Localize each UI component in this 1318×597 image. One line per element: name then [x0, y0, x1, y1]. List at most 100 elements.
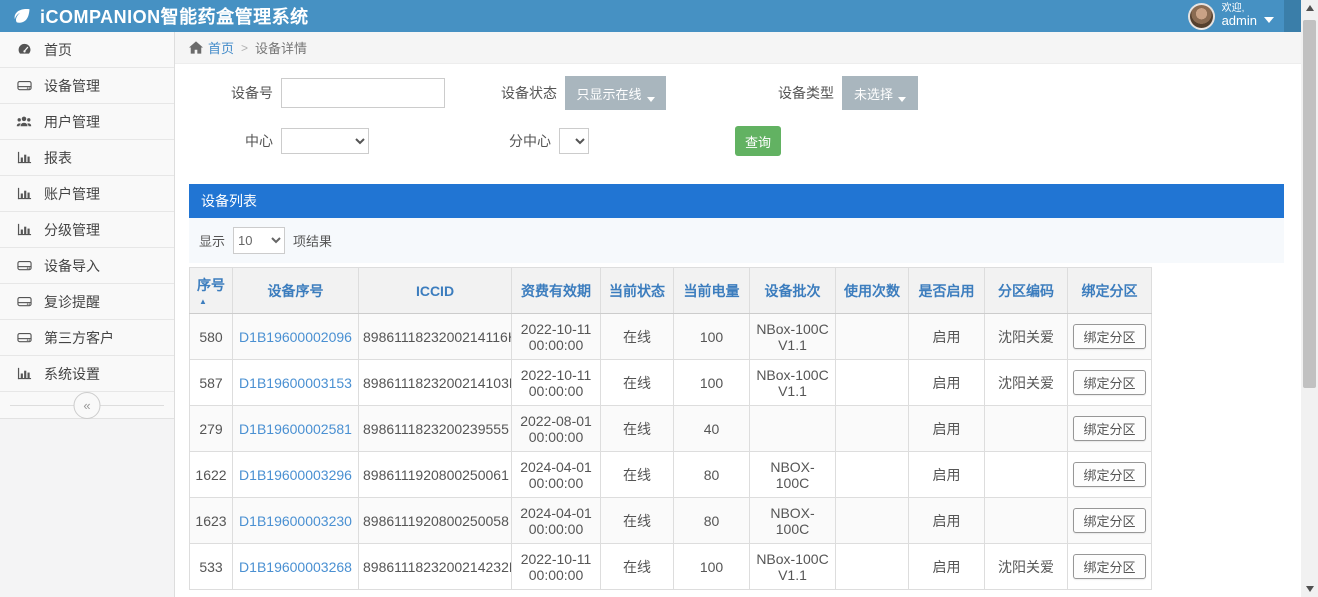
device-serial-link[interactable]: D1B19600003268: [239, 559, 352, 575]
column-header-8[interactable]: 是否启用: [909, 268, 985, 314]
column-header-0[interactable]: 序号▲: [190, 268, 233, 314]
home-icon: [189, 41, 203, 54]
vertical-scrollbar[interactable]: [1301, 0, 1318, 597]
cell-partition: [985, 406, 1068, 452]
device-serial-link[interactable]: D1B19600002096: [239, 329, 352, 345]
device-no-input[interactable]: [281, 78, 445, 108]
sidebar-item-reports[interactable]: 报表: [0, 140, 174, 176]
page-size-toolbar: 显示 10 项结果: [189, 218, 1284, 263]
device-status-value: 只显示在线: [576, 84, 641, 103]
column-header-6[interactable]: 设备批次: [750, 268, 836, 314]
sidebar-item-label: 系统设置: [44, 364, 100, 384]
sidebar-item-device-import[interactable]: 设备导入: [0, 248, 174, 284]
device-list-panel: 设备列表 显示 10 项结果 序号▲设备序号ICCID资费有效期当前状态当前电量…: [189, 184, 1284, 590]
cell-usage: [836, 498, 909, 544]
cell-batch: NBox-100C V1.1: [750, 544, 836, 590]
device-status-label: 设备状态: [501, 83, 557, 103]
sidebar-item-label: 报表: [44, 148, 72, 168]
cell-serial: D1B19600002096: [233, 314, 359, 360]
hdd-icon: [17, 330, 32, 345]
hdd-icon: [17, 258, 32, 273]
bind-partition-button[interactable]: 绑定分区: [1073, 324, 1145, 349]
sidebar-collapse-button[interactable]: «: [0, 392, 174, 419]
column-header-9[interactable]: 分区编码: [985, 268, 1068, 314]
sidebar-item-revisit-reminder[interactable]: 复诊提醒: [0, 284, 174, 320]
cell-expiry: 2022-08-01 00:00:00: [512, 406, 601, 452]
scroll-down-arrow-icon[interactable]: [1301, 581, 1318, 597]
device-serial-link[interactable]: D1B19600003296: [239, 467, 352, 483]
cell-enabled: 启用: [909, 452, 985, 498]
collapse-left-icon[interactable]: «: [74, 392, 101, 419]
center-label: 中心: [225, 131, 273, 151]
cell-usage: [836, 314, 909, 360]
cell-status: 在线: [601, 314, 674, 360]
cell-iccid: 8986111920800250061: [359, 452, 512, 498]
cell-iccid: 8986111920800250058: [359, 498, 512, 544]
bind-partition-button[interactable]: 绑定分区: [1073, 554, 1145, 579]
scroll-up-arrow-icon[interactable]: [1301, 0, 1318, 16]
page-size-select[interactable]: 10: [233, 227, 285, 254]
bind-partition-button[interactable]: 绑定分区: [1073, 416, 1145, 441]
sidebar-item-home[interactable]: 首页: [0, 32, 174, 68]
search-button[interactable]: 查询: [735, 126, 781, 156]
device-serial-link[interactable]: D1B19600003230: [239, 513, 352, 529]
sidebar-item-label: 设备管理: [44, 76, 100, 96]
column-header-5[interactable]: 当前电量: [674, 268, 750, 314]
sidebar-item-system-settings[interactable]: 系统设置: [0, 356, 174, 392]
table-row: 279D1B1960000258189861118232002395552022…: [190, 406, 1152, 452]
cell-status: 在线: [601, 544, 674, 590]
sidebar-item-device-mgmt[interactable]: 设备管理: [0, 68, 174, 104]
table-row: 1623D1B196000032308986111920800250058202…: [190, 498, 1152, 544]
bind-partition-button[interactable]: 绑定分区: [1073, 508, 1145, 533]
column-header-10[interactable]: 绑定分区: [1068, 268, 1152, 314]
column-header-1[interactable]: 设备序号: [233, 268, 359, 314]
cell-action: 绑定分区: [1068, 498, 1152, 544]
cell-index: 533: [190, 544, 233, 590]
user-menu[interactable]: 欢迎, admin: [1188, 0, 1284, 32]
device-no-label: 设备号: [225, 83, 273, 103]
avatar[interactable]: [1188, 3, 1215, 30]
table-row: 580D1B196000020968986111823200214116H202…: [190, 314, 1152, 360]
breadcrumb-home-label[interactable]: 首页: [208, 38, 234, 57]
sidebar-item-user-mgmt[interactable]: 用户管理: [0, 104, 174, 140]
cell-batch: [750, 406, 836, 452]
sidebar-item-level-mgmt[interactable]: 分级管理: [0, 212, 174, 248]
bind-partition-button[interactable]: 绑定分区: [1073, 370, 1145, 395]
breadcrumb-home-link[interactable]: 首页: [189, 38, 234, 57]
scrollbar-thumb[interactable]: [1303, 20, 1316, 388]
cell-iccid: 8986111823200239555: [359, 406, 512, 452]
device-status-dropdown[interactable]: 只显示在线: [565, 76, 666, 110]
device-serial-link[interactable]: D1B19600002581: [239, 421, 352, 437]
sidebar-menu: 首页设备管理用户管理报表账户管理分级管理设备导入复诊提醒第三方客户系统设置: [0, 32, 174, 392]
bind-partition-button[interactable]: 绑定分区: [1073, 462, 1145, 487]
cell-serial: D1B19600003153: [233, 360, 359, 406]
dashboard-icon: [17, 42, 32, 57]
users-icon: [16, 114, 32, 129]
center-select[interactable]: [281, 128, 369, 154]
show-label: 显示: [199, 231, 225, 250]
sidebar-item-account-mgmt[interactable]: 账户管理: [0, 176, 174, 212]
cell-status: 在线: [601, 452, 674, 498]
subcenter-select[interactable]: [559, 128, 589, 154]
cell-enabled: 启用: [909, 314, 985, 360]
subcenter-label: 分中心: [509, 131, 551, 151]
hdd-icon: [17, 294, 32, 309]
table-body: 580D1B196000020968986111823200214116H202…: [190, 314, 1152, 590]
column-header-4[interactable]: 当前状态: [601, 268, 674, 314]
app-logo: iCOMPANION智能药盒管理系统: [0, 3, 309, 29]
cell-partition: 沈阳关爱: [985, 360, 1068, 406]
sidebar-item-third-party[interactable]: 第三方客户: [0, 320, 174, 356]
device-serial-link[interactable]: D1B19600003153: [239, 375, 352, 391]
cell-battery: 80: [674, 498, 750, 544]
device-type-dropdown[interactable]: 未选择: [842, 76, 918, 110]
app-window: iCOMPANION智能药盒管理系统 欢迎, admin 首页设备管理用户管理报…: [0, 0, 1318, 597]
cell-batch: NBOX-100C: [750, 498, 836, 544]
column-header-7[interactable]: 使用次数: [836, 268, 909, 314]
cell-partition: [985, 498, 1068, 544]
column-header-2[interactable]: ICCID: [359, 268, 512, 314]
cell-index: 1622: [190, 452, 233, 498]
user-name: admin: [1222, 14, 1257, 28]
user-text: 欢迎, admin: [1222, 4, 1257, 28]
column-header-3[interactable]: 资费有效期: [512, 268, 601, 314]
cell-iccid: 8986111823200214103H: [359, 360, 512, 406]
